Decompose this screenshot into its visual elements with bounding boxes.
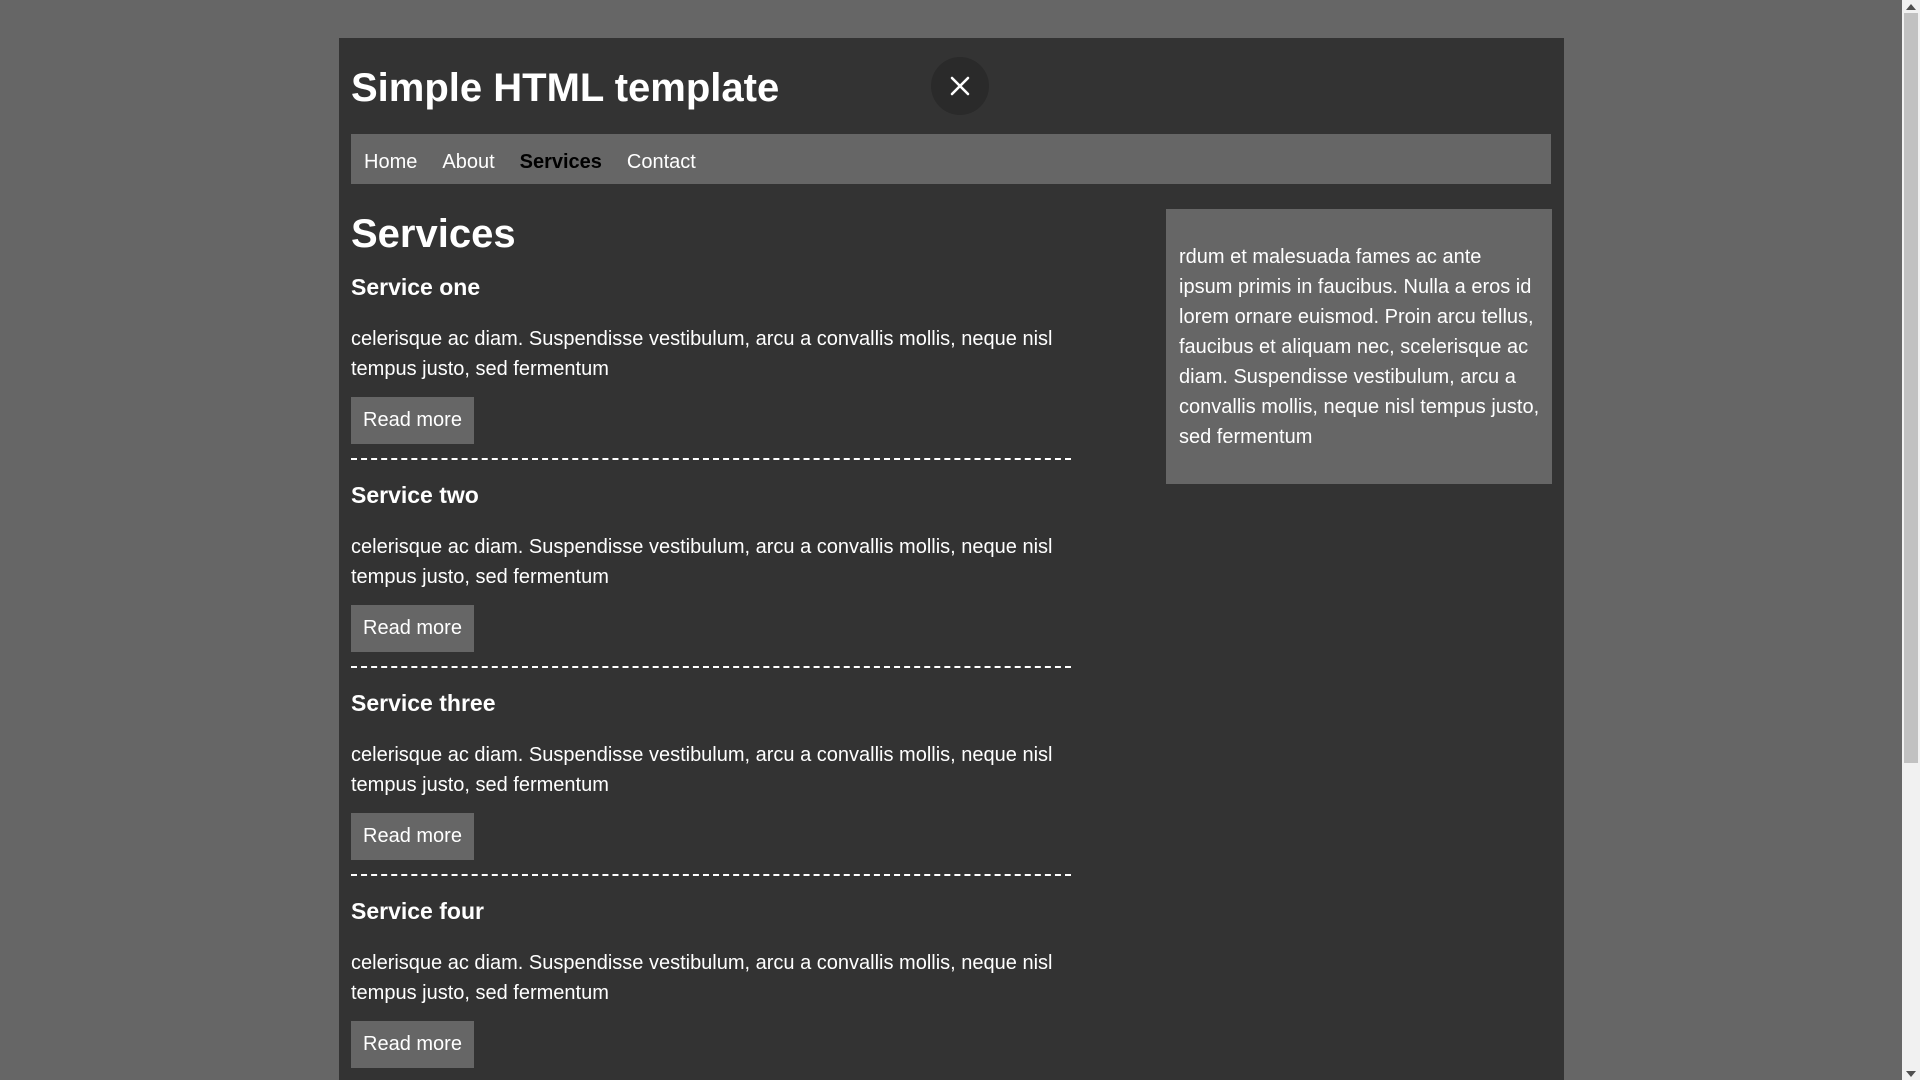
divider — [351, 458, 1071, 460]
main-content: Services Service one celerisque ac diam.… — [351, 206, 1071, 1068]
service-title: Service one — [351, 274, 481, 300]
read-more-button[interactable]: Read more — [351, 813, 474, 860]
close-icon — [950, 76, 970, 96]
scroll-down-arrow-icon[interactable] — [1902, 1067, 1920, 1080]
service-title: Service two — [351, 482, 479, 508]
scrollbar-thumb[interactable] — [1904, 13, 1918, 763]
sidebar-text: rdum et malesuada fames ac ante ipsum pr… — [1179, 246, 1540, 448]
service-item: Service two celerisque ac diam. Suspendi… — [351, 479, 1071, 652]
nav-item-contact[interactable]: Contact — [614, 151, 708, 174]
nav-item-home[interactable]: Home — [351, 151, 430, 174]
divider — [351, 874, 1071, 876]
service-title: Service four — [351, 898, 484, 924]
page-heading: Services — [351, 212, 516, 256]
read-more-button[interactable]: Read more — [351, 1021, 474, 1068]
sidebar-box: rdum et malesuada fames ac ante ipsum pr… — [1166, 209, 1552, 484]
service-text: celerisque ac diam. Suspendisse vestibul… — [351, 536, 1053, 588]
service-text: celerisque ac diam. Suspendisse vestibul… — [351, 744, 1053, 796]
vertical-scrollbar[interactable] — [1902, 0, 1920, 1080]
service-title: Service three — [351, 690, 496, 716]
nav-item-services[interactable]: Services — [507, 151, 614, 174]
read-more-button[interactable]: Read more — [351, 397, 474, 444]
page-container: Simple HTML template Home About Services… — [339, 38, 1564, 1080]
divider — [351, 666, 1071, 668]
main-nav: Home About Services Contact — [351, 134, 1551, 184]
close-button[interactable] — [931, 57, 989, 115]
read-more-button[interactable]: Read more — [351, 605, 474, 652]
service-item: Service one celerisque ac diam. Suspendi… — [351, 271, 1071, 444]
service-text: celerisque ac diam. Suspendisse vestibul… — [351, 328, 1053, 380]
service-text: celerisque ac diam. Suspendisse vestibul… — [351, 952, 1053, 1004]
nav-item-about[interactable]: About — [430, 151, 507, 174]
site-title: Simple HTML template — [351, 66, 780, 110]
service-item: Service three celerisque ac diam. Suspen… — [351, 687, 1071, 860]
scroll-up-arrow-icon[interactable] — [1902, 0, 1920, 13]
service-item: Service four celerisque ac diam. Suspend… — [351, 895, 1071, 1068]
